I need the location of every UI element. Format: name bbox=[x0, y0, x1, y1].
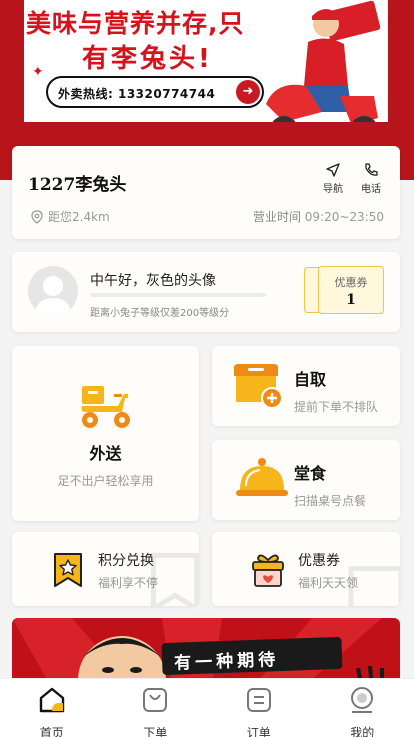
coupons-card[interactable]: 优惠券 福利天天领 bbox=[212, 532, 400, 606]
order-list-icon bbox=[246, 688, 271, 712]
store-name: 1227李兔头 bbox=[28, 175, 127, 195]
scooter-icon bbox=[81, 386, 130, 428]
promo-slogan: 有一种期待 bbox=[173, 650, 280, 674]
coupon-badge[interactable]: 优惠券 1 bbox=[304, 266, 384, 314]
shopping-bag-icon bbox=[143, 688, 168, 712]
pickup-card[interactable]: 自取 提前下单不排队 bbox=[212, 346, 400, 426]
coupon-label: 优惠券 bbox=[334, 276, 368, 289]
star-ribbon-icon bbox=[54, 553, 82, 587]
navigate-button[interactable]: 导航 bbox=[318, 162, 348, 195]
hotline-pill[interactable]: 外卖热线: 13320774744 ➜ bbox=[46, 76, 264, 108]
promo-slogan-box: 有一种期待 bbox=[161, 636, 343, 676]
tab-profile[interactable]: 我的 bbox=[311, 679, 414, 737]
dine-in-card[interactable]: 堂食 扫描桌号点餐 bbox=[212, 440, 400, 520]
navigation-arrow-icon bbox=[326, 163, 340, 177]
dine-in-title: 堂食 bbox=[294, 464, 327, 483]
hours-label: 营业时间 bbox=[252, 210, 301, 224]
home-icon bbox=[39, 687, 64, 713]
coupons-title: 优惠券 bbox=[298, 553, 340, 569]
storefront-icon bbox=[234, 364, 283, 409]
food-cloche-icon bbox=[236, 458, 288, 496]
delivery-subtitle: 足不出户轻松享用 bbox=[57, 474, 154, 488]
pickup-subtitle: 提前下单不排队 bbox=[294, 400, 379, 414]
level-progress-bar bbox=[90, 293, 266, 297]
store-hours: 营业时间 09:20~23:50 bbox=[253, 208, 384, 225]
location-pin-icon bbox=[31, 209, 43, 224]
banner-headline-line2: 有李兔头! bbox=[82, 44, 213, 74]
distance-text: 距您2.4km bbox=[48, 210, 110, 224]
tab-order[interactable]: 下单 bbox=[104, 679, 208, 737]
star-ribbon-watermark-icon bbox=[150, 552, 199, 606]
tab-orders[interactable]: 订单 bbox=[207, 679, 311, 737]
delivery-title: 外送 bbox=[89, 444, 122, 463]
avatar[interactable] bbox=[28, 266, 78, 316]
pickup-title: 自取 bbox=[294, 370, 327, 389]
navigate-label: 导航 bbox=[323, 184, 343, 195]
sparkle-icon: ✦ bbox=[32, 64, 44, 80]
gift-box-watermark-icon bbox=[348, 566, 400, 606]
delivery-card[interactable]: 外送 足不出户轻松享用 bbox=[12, 346, 199, 521]
member-card: 中午好，灰色的头像 距离小兔子等级仅差200等级分 优惠券 1 bbox=[12, 252, 400, 332]
profile-icon bbox=[351, 687, 374, 713]
tab-order-label: 下单 bbox=[143, 726, 168, 737]
phone-icon bbox=[365, 163, 378, 176]
dine-in-subtitle: 扫描桌号点餐 bbox=[294, 494, 367, 508]
default-avatar-icon bbox=[34, 276, 72, 316]
hours-value: 09:20~23:50 bbox=[304, 210, 384, 224]
call-button[interactable]: 电话 bbox=[356, 162, 386, 195]
banner-headline-line1: 美味与营养并存,只 bbox=[26, 9, 245, 38]
coupon-body: 优惠券 1 bbox=[318, 266, 384, 314]
store-distance: 距您2.4km bbox=[30, 208, 110, 225]
greeting-text: 中午好，灰色的头像 bbox=[90, 273, 216, 289]
tab-home[interactable]: 首页 bbox=[0, 679, 104, 737]
tab-home-label: 首页 bbox=[39, 726, 64, 737]
delivery-rider-illustration bbox=[266, 0, 381, 122]
promo-banner[interactable]: 美味与营养并存,只 有李兔头! ✦ 外卖热线: 13320774744 ➜ bbox=[24, 0, 388, 122]
level-note: 距离小兔子等级仅差200等级分 bbox=[90, 308, 230, 319]
bottom-tab-bar: 首页 下单 订单 我的 bbox=[0, 678, 414, 737]
gift-box-icon bbox=[252, 554, 284, 587]
tab-orders-label: 订单 bbox=[246, 726, 271, 737]
hotline-text: 外卖热线: 13320774744 bbox=[58, 87, 216, 101]
call-label: 电话 bbox=[361, 184, 381, 195]
points-exchange-card[interactable]: 积分兑换 福利享不停 bbox=[12, 532, 199, 606]
store-info-card: 1227李兔头 导航 电话 距您2.4km 营业时间 09:20~23:50 bbox=[12, 146, 400, 239]
coupon-count: 1 bbox=[346, 292, 356, 308]
tab-profile-label: 我的 bbox=[350, 726, 375, 737]
